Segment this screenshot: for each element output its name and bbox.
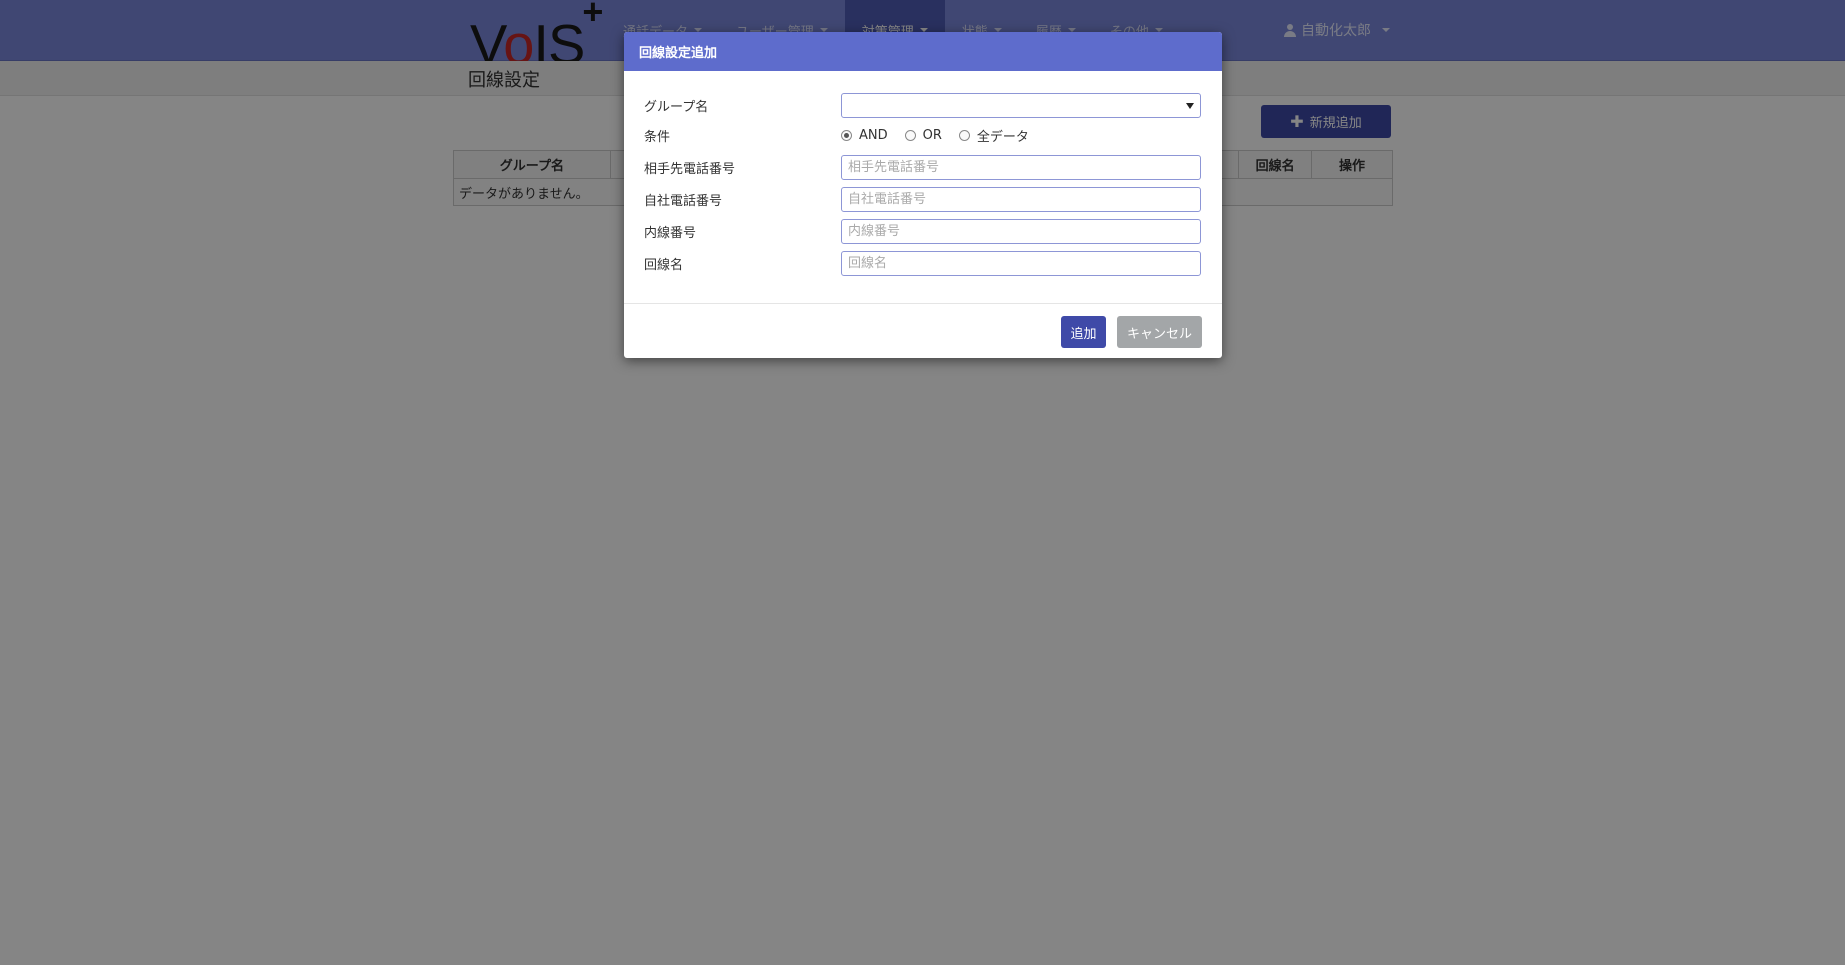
line-name-input[interactable] xyxy=(841,251,1201,276)
line-name-row: 回線名 xyxy=(644,250,1202,277)
line-name-label: 回線名 xyxy=(644,258,684,273)
own-phone-input[interactable] xyxy=(841,187,1201,212)
group-name-select[interactable] xyxy=(841,93,1201,118)
cancel-button[interactable]: キャンセル xyxy=(1117,316,1202,348)
dropdown-arrow-icon xyxy=(1186,102,1194,109)
extension-label: 内線番号 xyxy=(644,226,697,241)
condition-radio-or[interactable] xyxy=(904,130,916,141)
own-phone-label: 自社電話番号 xyxy=(644,194,723,209)
extension-input[interactable] xyxy=(841,219,1201,244)
condition-or-label[interactable]: OR xyxy=(923,128,942,143)
other-phone-label: 相手先電話番号 xyxy=(644,162,736,177)
condition-radio-and[interactable] xyxy=(841,130,852,141)
other-phone-input[interactable] xyxy=(841,155,1201,180)
other-phone-row: 相手先電話番号 xyxy=(644,154,1202,181)
extension-row: 内線番号 xyxy=(644,218,1202,245)
modal-title: 回線設定追加 xyxy=(624,32,1222,71)
condition-radio-group: AND OR 全データ xyxy=(841,126,1039,145)
group-name-row: グループ名 xyxy=(644,92,1202,119)
add-line-setting-modal: 回線設定追加 グループ名 条件 AND OR 全データ 相手先電話番号 自社電話… xyxy=(624,32,1222,358)
condition-label: 条件 xyxy=(644,130,671,145)
group-name-label: グループ名 xyxy=(644,100,709,115)
modal-footer-divider xyxy=(624,303,1222,304)
condition-and-label[interactable]: AND xyxy=(859,128,888,143)
condition-all-data-label[interactable]: 全データ xyxy=(977,126,1029,145)
condition-row: 条件 AND OR 全データ xyxy=(644,122,1202,149)
add-button[interactable]: 追加 xyxy=(1061,316,1106,348)
own-phone-row: 自社電話番号 xyxy=(644,186,1202,213)
condition-radio-all-data[interactable] xyxy=(958,130,970,141)
